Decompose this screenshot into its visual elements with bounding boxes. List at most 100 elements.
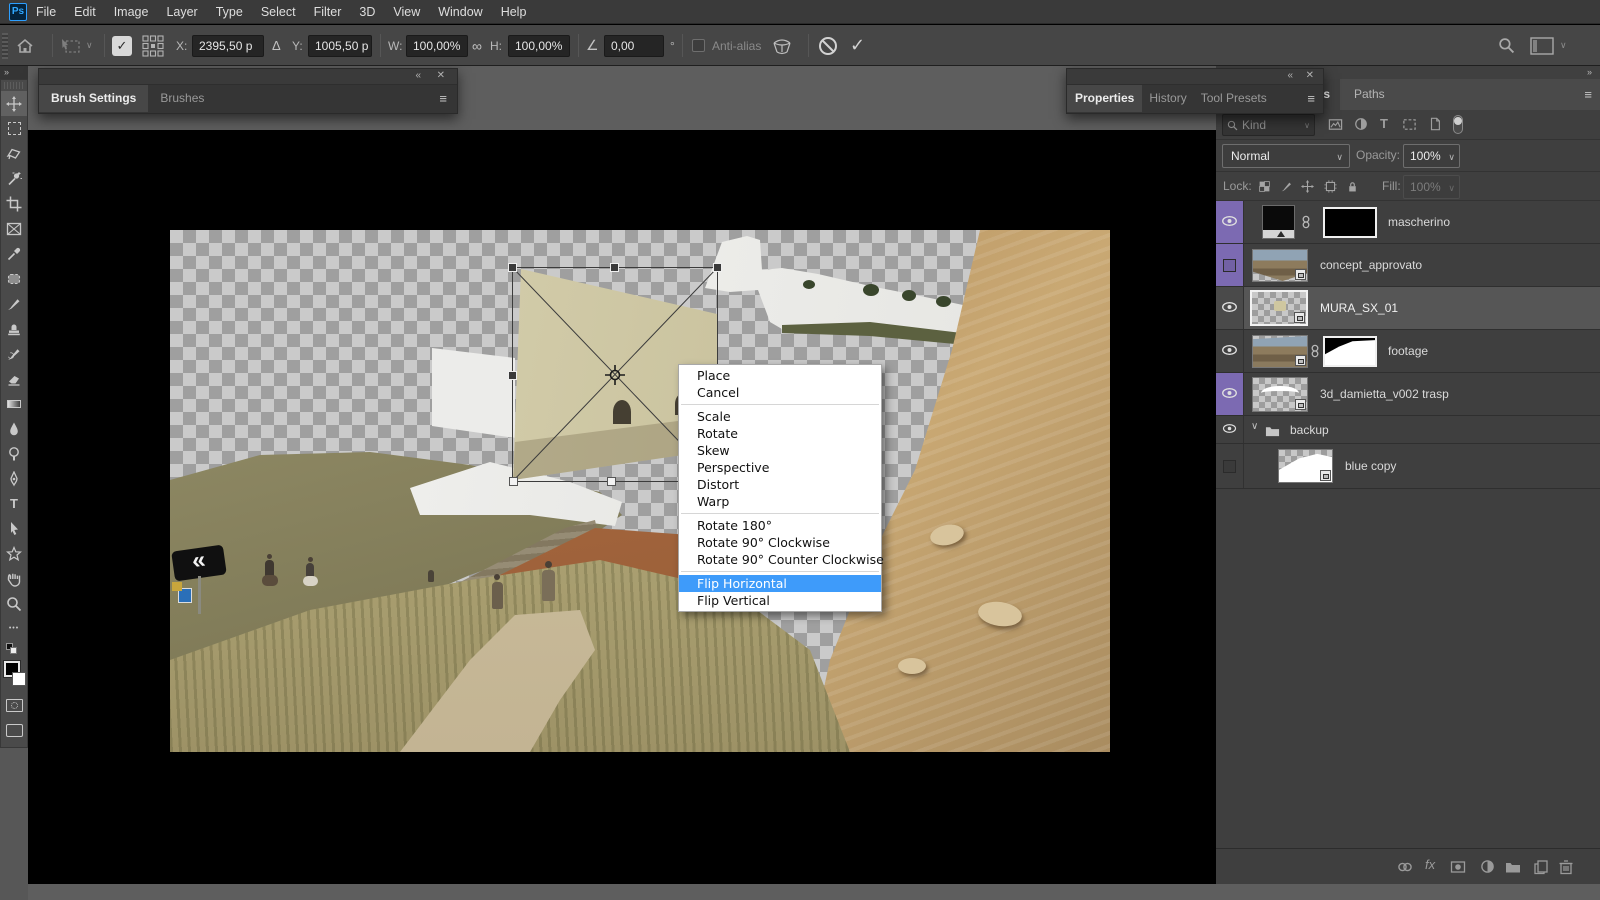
layer-row-blue-copy[interactable]: blue copy	[1216, 444, 1600, 489]
filter-image-icon[interactable]	[1328, 117, 1343, 135]
menu-item-scale[interactable]: Scale	[679, 408, 881, 425]
layer-thumbnail[interactable]	[1252, 377, 1308, 412]
layer-thumbnail[interactable]	[1278, 449, 1333, 483]
options-grip[interactable]	[2, 33, 8, 59]
menu-item-distort[interactable]: Distort	[679, 476, 881, 493]
filter-adjustment-icon[interactable]	[1354, 117, 1368, 134]
visibility-toggle[interactable]	[1216, 287, 1244, 329]
handle-top-left[interactable]	[509, 264, 517, 272]
delete-layer-icon[interactable]	[1558, 859, 1574, 878]
screen-mode-toggle[interactable]	[1, 718, 27, 743]
swap-colors-mini[interactable]	[1, 641, 27, 659]
tool-frame[interactable]	[1, 216, 27, 241]
panel-menu-icon[interactable]: ≡	[1307, 91, 1315, 106]
group-expand-chevron[interactable]: ∨	[1251, 421, 1258, 432]
quick-mask-toggle[interactable]	[1, 693, 27, 718]
warp-mode-toggle[interactable]	[770, 25, 794, 66]
adjustment-layer-icon[interactable]	[1480, 859, 1495, 877]
menu-item-perspective[interactable]: Perspective	[679, 459, 881, 476]
tool-lasso[interactable]	[1, 141, 27, 166]
layer-row-footage[interactable]: footage	[1216, 330, 1600, 373]
menu-item-flip-horizontal[interactable]: Flip Horizontal	[679, 575, 881, 592]
menu-edit[interactable]: Edit	[65, 0, 105, 24]
layer-filter-kind[interactable]: Kind ∨	[1222, 114, 1315, 136]
handle-top-mid[interactable]	[611, 264, 619, 272]
handle-top-right[interactable]	[714, 264, 722, 272]
tool-clone-stamp[interactable]	[1, 316, 27, 341]
menu-file[interactable]: File	[27, 0, 65, 24]
tool-blur[interactable]	[1, 416, 27, 441]
h-input[interactable]: 100,00%	[508, 35, 570, 57]
tool-quick-selection[interactable]	[1, 166, 27, 191]
tab-tool-presets[interactable]: Tool Presets	[1194, 85, 1274, 112]
visibility-toggle[interactable]	[1216, 244, 1244, 286]
menu-filter[interactable]: Filter	[305, 0, 351, 24]
lock-position-icon[interactable]	[1301, 180, 1314, 196]
menu-item-rotate[interactable]: Rotate	[679, 425, 881, 442]
confirm-checkbox[interactable]: ✓	[112, 25, 132, 66]
tool-dodge[interactable]	[1, 441, 27, 466]
layer-mask-thumbnail[interactable]	[1323, 336, 1377, 367]
new-layer-icon[interactable]	[1533, 859, 1549, 878]
workspace-switcher[interactable]: ∨	[1530, 25, 1567, 66]
reference-point-grid[interactable]	[142, 25, 164, 66]
properties-panel-header[interactable]: « ✕	[1067, 69, 1323, 85]
panel-menu-icon[interactable]: ≡	[439, 91, 447, 106]
tool-path-selection[interactable]	[1, 516, 27, 541]
tool-hand[interactable]	[1, 566, 27, 591]
filter-smart-object-icon[interactable]	[1428, 117, 1442, 134]
tool-eraser[interactable]	[1, 366, 27, 391]
tab-properties[interactable]: Properties	[1067, 85, 1142, 112]
tool-zoom[interactable]	[1, 591, 27, 616]
visibility-toggle[interactable]	[1216, 373, 1244, 415]
filter-type-icon[interactable]: T	[1380, 116, 1388, 131]
filter-toggle-pill[interactable]	[1453, 115, 1463, 134]
visibility-toggle[interactable]	[1216, 444, 1244, 488]
commit-transform-button[interactable]: ✓	[850, 25, 865, 66]
visibility-toggle[interactable]	[1216, 416, 1244, 443]
search-button[interactable]	[1498, 25, 1515, 66]
relative-position-delta[interactable]: Δ	[272, 25, 281, 66]
layer-thumbnail[interactable]	[1252, 249, 1308, 282]
opacity-value[interactable]: 100%∨	[1403, 144, 1460, 168]
layer-row-mura-sx-01[interactable]: MURA_SX_01	[1216, 287, 1600, 330]
tool-custom-shape[interactable]	[1, 541, 27, 566]
x-input[interactable]: 2395,50 p	[192, 35, 264, 57]
brush-panel-header[interactable]: « ✕	[39, 69, 457, 85]
layers-panel-menu-icon[interactable]: ≡	[1584, 87, 1592, 102]
tab-brush-settings[interactable]: Brush Settings	[39, 85, 148, 112]
photoshop-logo-icon[interactable]: Ps	[9, 3, 27, 21]
visibility-toggle[interactable]	[1216, 201, 1244, 243]
menu-item-cancel[interactable]: Cancel	[679, 384, 881, 401]
filter-shape-icon[interactable]	[1402, 117, 1417, 135]
tool-move[interactable]	[1, 91, 27, 116]
menu-item-place[interactable]: Place	[679, 367, 881, 384]
collapse-panel-icon[interactable]: «	[415, 70, 421, 81]
layer-row-3d-damietta[interactable]: 3d_damietta_v002 trasp	[1216, 373, 1600, 416]
menu-item-rotate-90-cw[interactable]: Rotate 90° Clockwise	[679, 534, 881, 551]
y-input[interactable]: 1005,50 p	[308, 35, 372, 57]
layer-thumbnail[interactable]	[1250, 290, 1308, 326]
layer-row-concept-approvato[interactable]: concept_approvato	[1216, 244, 1600, 287]
lock-pixels-icon[interactable]	[1280, 180, 1293, 196]
tool-spot-healing[interactable]	[1, 266, 27, 291]
handle-bottom-mid[interactable]	[608, 478, 616, 486]
cancel-transform-button[interactable]	[818, 25, 838, 66]
anti-alias-checkbox[interactable]	[692, 25, 705, 66]
lock-all-icon[interactable]	[1346, 180, 1359, 197]
mask-link-icon[interactable]	[1301, 215, 1311, 232]
maintain-aspect-link[interactable]: ∞	[472, 25, 482, 66]
tool-crop[interactable]	[1, 191, 27, 216]
tool-eyedropper[interactable]	[1, 241, 27, 266]
menu-3d[interactable]: 3D	[350, 0, 384, 24]
color-swatches[interactable]	[1, 659, 27, 693]
menu-item-skew[interactable]: Skew	[679, 442, 881, 459]
handle-left-mid[interactable]	[509, 372, 517, 380]
tool-more-ellipsis[interactable]: •••	[1, 616, 27, 641]
layer-mask-thumbnail[interactable]	[1323, 207, 1377, 238]
w-input[interactable]: 100,00%	[406, 35, 468, 57]
document-canvas[interactable]: «	[170, 230, 1110, 752]
tool-preset-picker[interactable]: ∨	[60, 25, 93, 66]
link-layers-icon[interactable]	[1397, 859, 1413, 878]
menu-view[interactable]: View	[384, 0, 429, 24]
